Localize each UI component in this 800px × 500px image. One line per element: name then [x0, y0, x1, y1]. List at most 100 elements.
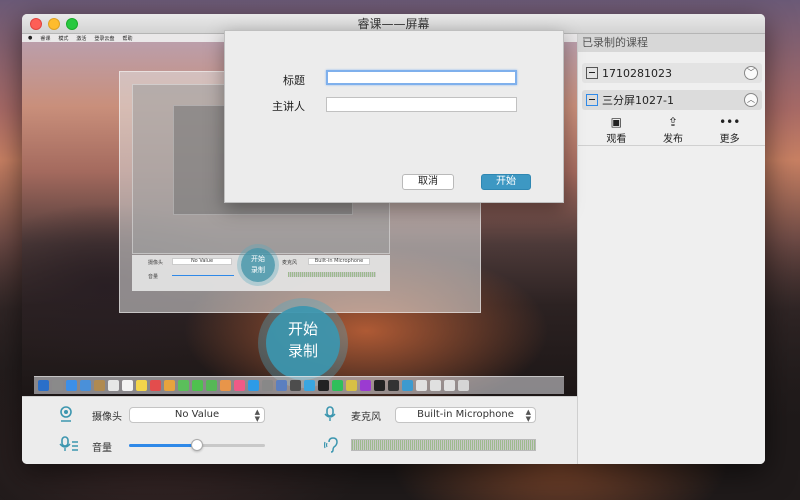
nested-camera-label: 摄像头	[148, 260, 164, 266]
more-label: 更多	[719, 134, 740, 145]
folder-icon	[444, 380, 455, 391]
nested-volume-label: 音量	[148, 274, 159, 280]
finder-icon	[38, 380, 49, 391]
app-icon	[388, 380, 399, 391]
record-button-label: 开始	[287, 320, 318, 338]
nested-volume-slider	[172, 275, 234, 276]
app-icon	[346, 380, 357, 391]
mic-select[interactable]: Built-in Microphone ▲ ▼	[395, 407, 536, 423]
mic-level-meter	[351, 439, 536, 451]
appstore-icon	[248, 380, 259, 391]
recording-controls: 摄像头 No Value ▲ ▼ 麦克风 Built-in Microphone …	[22, 396, 577, 464]
safari-icon	[66, 380, 77, 391]
close-icon[interactable]	[30, 18, 42, 30]
course-actions: ▣ 观看 ⇪ 发布 ••• 更多	[588, 115, 758, 145]
record-button-label: 录制	[287, 342, 318, 360]
preview-menu-item: 激活	[76, 35, 87, 42]
facetime-icon	[192, 380, 203, 391]
app-icon	[402, 380, 413, 391]
camera-label: 摄像头	[92, 412, 122, 423]
camera-select[interactable]: No Value ▲ ▼	[129, 407, 265, 423]
volume-label: 音量	[92, 443, 112, 454]
qq-icon	[318, 380, 329, 391]
reminders-icon	[150, 380, 161, 391]
nested-mic-label: 麦克风	[282, 260, 298, 266]
mic-label: 麦克风	[351, 412, 381, 423]
app-icon	[304, 380, 315, 391]
film-icon	[586, 94, 598, 106]
nested-camera-select: No Value	[172, 258, 232, 265]
app-icon	[80, 380, 91, 391]
wechat-icon	[332, 380, 343, 391]
folder-icon	[430, 380, 441, 391]
hearing-icon	[324, 437, 338, 453]
cancel-button[interactable]: 取消	[402, 174, 454, 190]
sidebar-divider	[578, 145, 765, 146]
folder-icon	[416, 380, 427, 391]
launchpad-icon	[52, 380, 63, 391]
course-item[interactable]: 1710281023 ﹀	[582, 63, 762, 83]
app-icon	[94, 380, 105, 391]
app-icon	[108, 380, 119, 391]
terminal-icon	[290, 380, 301, 391]
speaker-input[interactable]	[326, 97, 517, 112]
preview-dock	[34, 376, 564, 394]
preview-menu-item: 帮助	[122, 35, 133, 42]
preview-menu-item: 模式	[58, 35, 69, 42]
minimize-icon[interactable]	[48, 18, 60, 30]
course-info-dialog: 标题 主讲人 取消 开始	[224, 30, 564, 203]
preview-menu-item: 睿课	[40, 35, 51, 42]
keynote-icon	[220, 380, 231, 391]
upload-icon: ⇪	[667, 115, 679, 129]
publish-button[interactable]: ⇪ 发布	[645, 115, 702, 145]
nested-mic-meter	[288, 272, 376, 277]
app-icon	[360, 380, 371, 391]
apple-icon: ●	[28, 35, 33, 41]
microphone-icon	[324, 406, 336, 421]
numbers-icon	[206, 380, 217, 391]
course-item-selected[interactable]: 三分屏1027-1 ︿	[582, 90, 762, 110]
nested-record-label: 录制	[251, 266, 265, 274]
camera-icon	[60, 406, 72, 422]
film-icon	[586, 67, 598, 79]
mic-select-value: Built-in Microphone	[417, 409, 514, 420]
preview-menu-item: 登录云盘	[94, 35, 115, 42]
photos-icon	[164, 380, 175, 391]
messages-icon	[178, 380, 189, 391]
nested-record-label: 开始	[251, 255, 265, 263]
chevron-down-icon[interactable]: ﹀	[744, 66, 758, 80]
window-controls	[30, 18, 78, 30]
volume-slider-knob[interactable]	[191, 439, 203, 451]
more-icon: •••	[719, 115, 741, 129]
speaker-label: 主讲人	[272, 100, 305, 113]
app-icon	[276, 380, 287, 391]
volume-mic-icon	[59, 436, 78, 451]
title-input[interactable]	[326, 70, 517, 85]
volume-slider-fill	[129, 444, 197, 447]
watch-label: 观看	[606, 134, 627, 145]
start-button[interactable]: 开始	[481, 174, 531, 190]
select-arrows-icon: ▲ ▼	[254, 408, 260, 423]
chevron-up-icon[interactable]: ︿	[744, 93, 758, 107]
nested-mic-select: Built-in Microphone	[308, 258, 370, 265]
course-name: 三分屏1027-1	[602, 94, 674, 107]
play-screen-icon: ▣	[610, 115, 622, 129]
settings-icon	[262, 380, 273, 391]
course-name: 1710281023	[602, 66, 672, 80]
trash-icon	[458, 380, 469, 391]
app-icon	[374, 380, 385, 391]
music-icon	[234, 380, 245, 391]
title-label: 标题	[283, 74, 305, 87]
record-button[interactable]: 开始 录制	[266, 306, 340, 380]
watch-button[interactable]: ▣ 观看	[588, 115, 645, 145]
sidebar-header: 已录制的课程	[578, 34, 765, 52]
more-button[interactable]: ••• 更多	[701, 115, 758, 145]
maximize-icon[interactable]	[66, 18, 78, 30]
notes-icon	[136, 380, 147, 391]
select-arrows-icon: ▲ ▼	[525, 408, 531, 423]
publish-label: 发布	[663, 134, 683, 145]
calendar-icon	[122, 380, 133, 391]
volume-slider[interactable]	[129, 439, 265, 451]
recorded-courses-sidebar: 已录制的课程 1710281023 ﹀ 三分屏1027-1 ︿ ▣ 观看 ⇪ 发…	[577, 34, 765, 464]
nested-record-button: 开始 录制	[241, 248, 275, 282]
